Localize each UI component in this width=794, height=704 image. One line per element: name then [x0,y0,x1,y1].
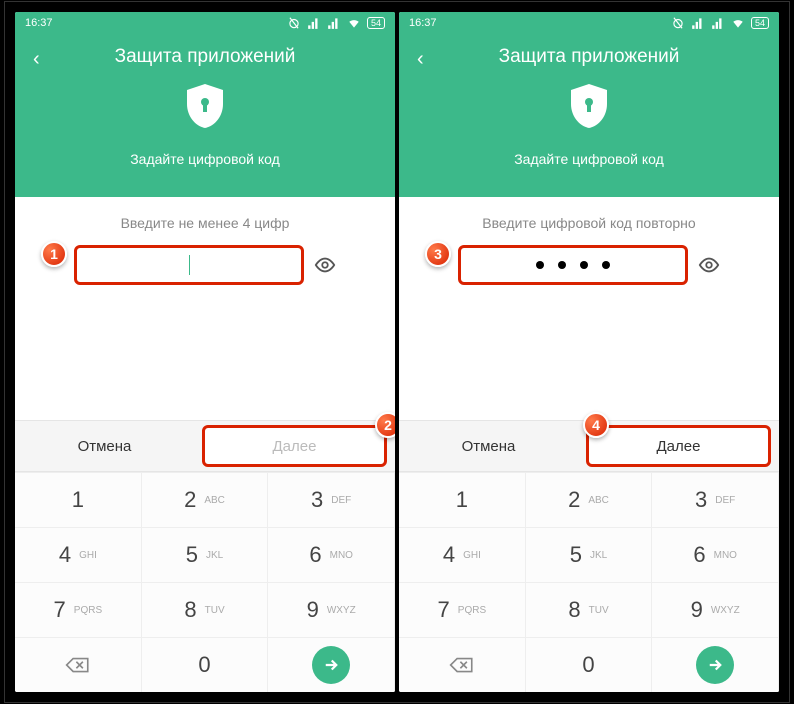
signal-icon [307,16,321,30]
key-3[interactable]: 3DEF [268,472,395,527]
shield-lock-icon [183,82,227,130]
key-backspace[interactable] [15,637,142,692]
status-bar: 16:37 54 [15,12,395,34]
hint-text: Введите не менее 4 цифр [35,215,375,231]
signal-icon [711,16,725,30]
back-button[interactable]: ‹ [33,48,40,71]
key-1[interactable]: 1 [15,472,142,527]
status-icons: 54 [671,16,769,30]
hint-text: Введите цифровой код повторно [419,215,759,231]
backspace-icon [65,655,91,675]
next-button[interactable]: Далее [202,425,387,467]
key-8[interactable]: 8TUV [526,582,653,637]
pin-input[interactable] [458,245,688,285]
key-8[interactable]: 8TUV [142,582,269,637]
header-title: Защита приложений [25,46,385,68]
arrow-right-icon [706,656,724,674]
key-7[interactable]: 7PQRS [399,582,526,637]
key-1[interactable]: 1 [399,472,526,527]
alarm-off-icon [287,16,301,30]
pin-dot [580,261,588,269]
key-7[interactable]: 7PQRS [15,582,142,637]
header-subtitle: Задайте цифровой код [409,151,769,167]
wifi-icon [347,16,361,30]
key-5[interactable]: 5JKL [526,527,653,582]
key-3[interactable]: 3DEF [652,472,779,527]
input-row [35,245,375,285]
key-enter[interactable] [268,637,395,692]
arrow-right-icon [322,656,340,674]
numeric-keypad: 1 2ABC 3DEF 4GHI 5JKL 6MNO 7PQRS 8TUV 9W… [399,472,779,692]
key-2[interactable]: 2ABC [526,472,653,527]
key-backspace[interactable] [399,637,526,692]
key-9[interactable]: 9WXYZ [652,582,779,637]
next-button[interactable]: Далее [586,425,771,467]
shield-lock-icon [567,82,611,130]
signal-icon [691,16,705,30]
header: ‹ Защита приложений Задайте цифровой код [15,34,395,197]
key-2[interactable]: 2ABC [142,472,269,527]
visibility-icon[interactable] [698,254,720,276]
alarm-off-icon [671,16,685,30]
key-enter[interactable] [652,637,779,692]
header: ‹ Защита приложений Задайте цифровой код [399,34,779,197]
comparison-container: 16:37 54 ‹ Защита приложений Задайте циф… [4,1,790,703]
key-0[interactable]: 0 [526,637,653,692]
pin-dot [536,261,544,269]
pin-dot [558,261,566,269]
key-0[interactable]: 0 [142,637,269,692]
annotation-badge-2: 2 [375,412,395,438]
battery-level: 54 [367,17,385,29]
key-6[interactable]: 6MNO [268,527,395,582]
status-time: 16:37 [409,17,437,29]
annotation-badge-3: 3 [425,241,451,267]
pin-dots [536,261,610,269]
key-6[interactable]: 6MNO [652,527,779,582]
pin-input[interactable] [74,245,304,285]
status-icons: 54 [287,16,385,30]
numeric-keypad: 1 2ABC 3DEF 4GHI 5JKL 6MNO 7PQRS 8TUV 9W… [15,472,395,692]
action-bar: Отмена Далее [15,420,395,472]
status-bar: 16:37 54 [399,12,779,34]
annotation-badge-1: 1 [41,241,67,267]
phone-screen-2: 16:37 54 ‹ Защита приложений Задайте циф… [399,12,779,692]
cancel-button[interactable]: Отмена [399,421,578,471]
backspace-icon [449,655,475,675]
pin-dot [602,261,610,269]
header-title: Защита приложений [409,46,769,68]
header-subtitle: Задайте цифровой код [25,151,385,167]
phone-screen-1: 16:37 54 ‹ Защита приложений Задайте циф… [15,12,395,692]
content-area: Введите не менее 4 цифр [15,197,395,303]
signal-icon [327,16,341,30]
input-row [419,245,759,285]
cancel-button[interactable]: Отмена [15,421,194,471]
key-4[interactable]: 4GHI [15,527,142,582]
wifi-icon [731,16,745,30]
back-button[interactable]: ‹ [417,48,424,71]
battery-level: 54 [751,17,769,29]
status-time: 16:37 [25,17,53,29]
key-5[interactable]: 5JKL [142,527,269,582]
content-area: Введите цифровой код повторно [399,197,779,303]
annotation-badge-4: 4 [583,412,609,438]
key-4[interactable]: 4GHI [399,527,526,582]
visibility-icon[interactable] [314,254,336,276]
key-9[interactable]: 9WXYZ [268,582,395,637]
